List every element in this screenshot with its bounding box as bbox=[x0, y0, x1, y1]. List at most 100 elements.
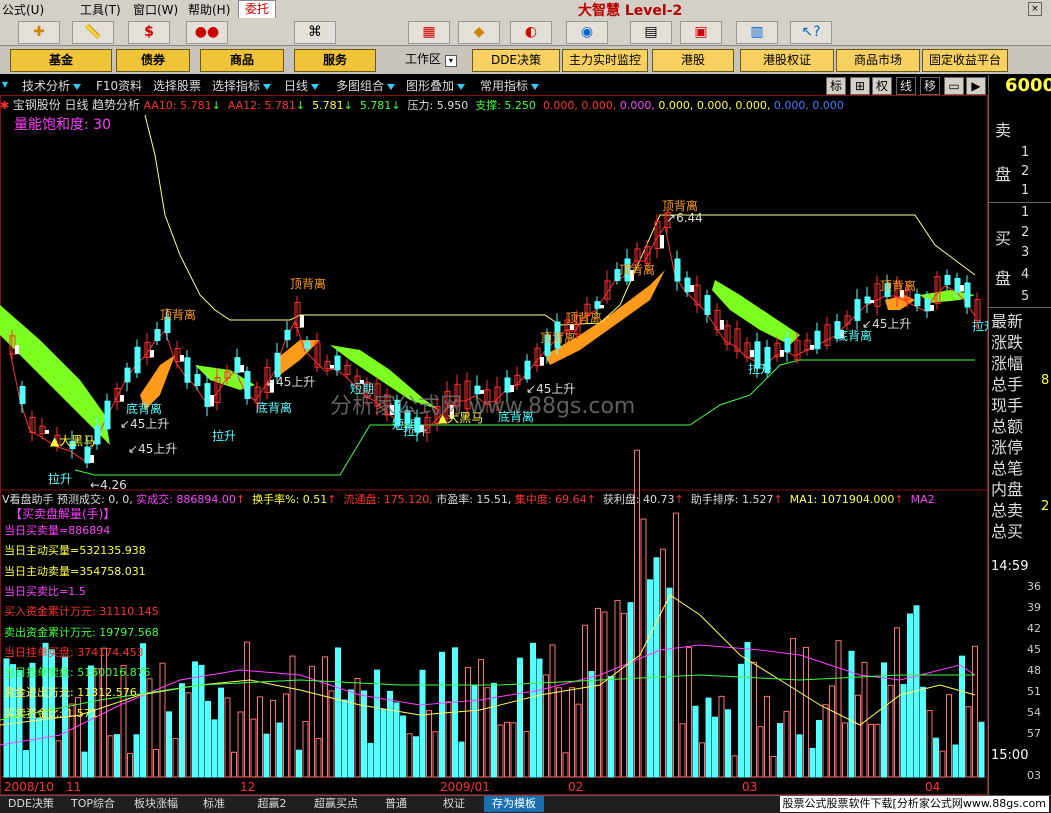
tab-common-indicator[interactable]: 常用指标 bbox=[480, 77, 540, 94]
board-icon[interactable]: ▣ bbox=[680, 21, 722, 44]
traffic-light-icon[interactable]: ●● bbox=[186, 21, 228, 44]
gear-icon[interactable]: ✱ bbox=[0, 99, 9, 112]
volume-bar bbox=[965, 706, 972, 778]
candle-body bbox=[234, 357, 241, 373]
diamond-icon[interactable]: ◆ bbox=[458, 21, 500, 44]
dde-button[interactable]: DDE决策 bbox=[472, 49, 560, 72]
annotation-rise45: ↙45上升 bbox=[128, 442, 178, 456]
volume-bar bbox=[842, 722, 848, 778]
x-tick: 03 bbox=[742, 780, 758, 794]
tab-multi-combo-label: 多图组合 bbox=[336, 79, 385, 93]
tab-overlay-label: 图形叠加 bbox=[406, 79, 455, 93]
assistant-rank: 助手排序: 1.527 bbox=[690, 493, 774, 506]
tab-sector-gain[interactable]: 板块涨幅 bbox=[126, 796, 186, 812]
tab-super-win2[interactable]: 超赢2 bbox=[246, 796, 298, 812]
volume-bar bbox=[926, 709, 933, 778]
binoculars-icon[interactable]: ⌘ bbox=[294, 21, 336, 44]
menu-icon[interactable]: ▾ bbox=[2, 77, 8, 91]
tab-daily[interactable]: 日线 bbox=[284, 77, 320, 94]
tab-super-buy-point[interactable]: 超赢买点 bbox=[304, 796, 368, 812]
tab-multi-combo[interactable]: 多图组合 bbox=[336, 77, 396, 94]
dropdown-icon bbox=[263, 83, 272, 90]
books-icon[interactable]: ▥ bbox=[736, 21, 778, 44]
workarea-label[interactable]: 工作区 ▾ bbox=[405, 50, 457, 67]
news-icon[interactable]: ▦ bbox=[408, 21, 450, 44]
volume-bar bbox=[692, 705, 699, 778]
tab-pick-stock[interactable]: 选择股票 bbox=[153, 77, 201, 94]
tab-normal[interactable]: 普通 bbox=[374, 796, 418, 812]
tab-f10[interactable]: F10资料 bbox=[96, 77, 142, 94]
brand-level: Level-2 bbox=[624, 3, 683, 19]
candle-body bbox=[104, 400, 111, 430]
pe-ratio: 市盈率: 15.51, bbox=[436, 493, 512, 506]
ruler-icon[interactable]: 📏 bbox=[72, 21, 114, 44]
volume-bar bbox=[829, 685, 835, 778]
volume-bar bbox=[166, 711, 172, 778]
big-black-horse-label: 大黑马 bbox=[59, 434, 96, 448]
fixed-income-button[interactable]: 固定收益平台 bbox=[922, 49, 1008, 72]
dropdown-icon bbox=[73, 83, 82, 90]
tick-time: 14:59 bbox=[991, 559, 1029, 574]
monitor-button[interactable]: 主力实时监控 bbox=[562, 49, 648, 72]
candle-body bbox=[954, 277, 961, 293]
disc-icon[interactable]: ◉ bbox=[566, 21, 608, 44]
window-close-icon[interactable]: × bbox=[1028, 2, 1042, 16]
fund-button[interactable]: 基金 bbox=[10, 49, 112, 72]
volume-bar bbox=[406, 733, 413, 778]
candle-body bbox=[194, 373, 201, 387]
add-icon[interactable]: ✚ bbox=[18, 21, 60, 44]
volume-bar bbox=[504, 721, 510, 778]
tab-top-combo[interactable]: TOP综合 bbox=[66, 796, 120, 812]
volume-bar bbox=[270, 699, 276, 778]
help-cursor-icon[interactable]: ↖? bbox=[790, 21, 832, 44]
candle-body bbox=[204, 383, 211, 407]
menu-help[interactable]: 帮助(H) bbox=[188, 1, 230, 18]
tab-move[interactable]: 移 bbox=[920, 77, 940, 95]
service-button[interactable]: 服务 bbox=[294, 49, 376, 72]
tab-warrant[interactable]: 权证 bbox=[432, 796, 476, 812]
ad-banner[interactable]: 股票公式股票软件下载[分析家公式网www.88gs.com bbox=[779, 796, 1049, 812]
menu-formula[interactable]: 公式(U) bbox=[2, 1, 44, 18]
volume-bar bbox=[569, 687, 575, 778]
bond-button[interactable]: 债券 bbox=[116, 49, 190, 72]
volume-bar bbox=[764, 695, 770, 778]
menu-window[interactable]: 窗口(W) bbox=[133, 1, 178, 18]
tab-mark[interactable]: 标 bbox=[826, 77, 846, 95]
tab-pick-indicator[interactable]: 选择指标 bbox=[212, 77, 272, 94]
speed-icon[interactable]: ◐ bbox=[510, 21, 552, 44]
hk-button[interactable]: 港股 bbox=[652, 49, 734, 72]
candle-body bbox=[304, 341, 311, 349]
tab-dde-decision[interactable]: DDE决策 bbox=[2, 796, 60, 812]
sub-panel-line: 买卖资金比: 1.571 bbox=[4, 706, 98, 720]
workarea-dropdown-icon[interactable]: ▾ bbox=[444, 55, 457, 67]
tab-standard[interactable]: 标准 bbox=[192, 796, 236, 812]
tab-rights[interactable]: 权 bbox=[872, 77, 892, 95]
tab-window[interactable]: ▭ bbox=[944, 77, 964, 95]
volume-bar bbox=[322, 656, 328, 778]
tick-time: 51 bbox=[1027, 685, 1041, 698]
tab-line[interactable]: 线 bbox=[896, 77, 916, 95]
annotation-bottom-divergence: 底背离 bbox=[256, 401, 293, 415]
goods-button[interactable]: 商品 bbox=[200, 49, 284, 72]
volume-bar bbox=[244, 641, 250, 778]
menu-tools[interactable]: 工具(T) bbox=[80, 1, 121, 18]
calendar-icon[interactable]: ▤ bbox=[630, 21, 672, 44]
entrust-button[interactable]: 委托 bbox=[238, 0, 276, 19]
goods-market-button[interactable]: 商品市场 bbox=[836, 49, 920, 72]
volume-bar bbox=[185, 692, 192, 778]
volume-bar bbox=[952, 744, 959, 778]
dollar-icon[interactable]: $ bbox=[128, 21, 170, 44]
hk-warrant-button[interactable]: 港股权证 bbox=[740, 49, 834, 72]
tab-play[interactable]: ▶ bbox=[966, 77, 986, 95]
volume-bar bbox=[393, 702, 400, 778]
candle-body bbox=[594, 301, 601, 309]
tab-tech-analysis[interactable]: 技术分析 bbox=[22, 77, 82, 94]
candle-highlight bbox=[15, 345, 19, 355]
annotation-pull-up: 拉升 bbox=[48, 472, 73, 486]
volume-bar bbox=[419, 669, 426, 778]
candle-body bbox=[854, 299, 861, 321]
tab-overlay[interactable]: 图形叠加 bbox=[406, 77, 466, 94]
tab-grid[interactable]: ⊞ bbox=[850, 77, 870, 95]
tab-save-template[interactable]: 存为模板 bbox=[484, 796, 544, 812]
candle-highlight bbox=[720, 320, 724, 330]
